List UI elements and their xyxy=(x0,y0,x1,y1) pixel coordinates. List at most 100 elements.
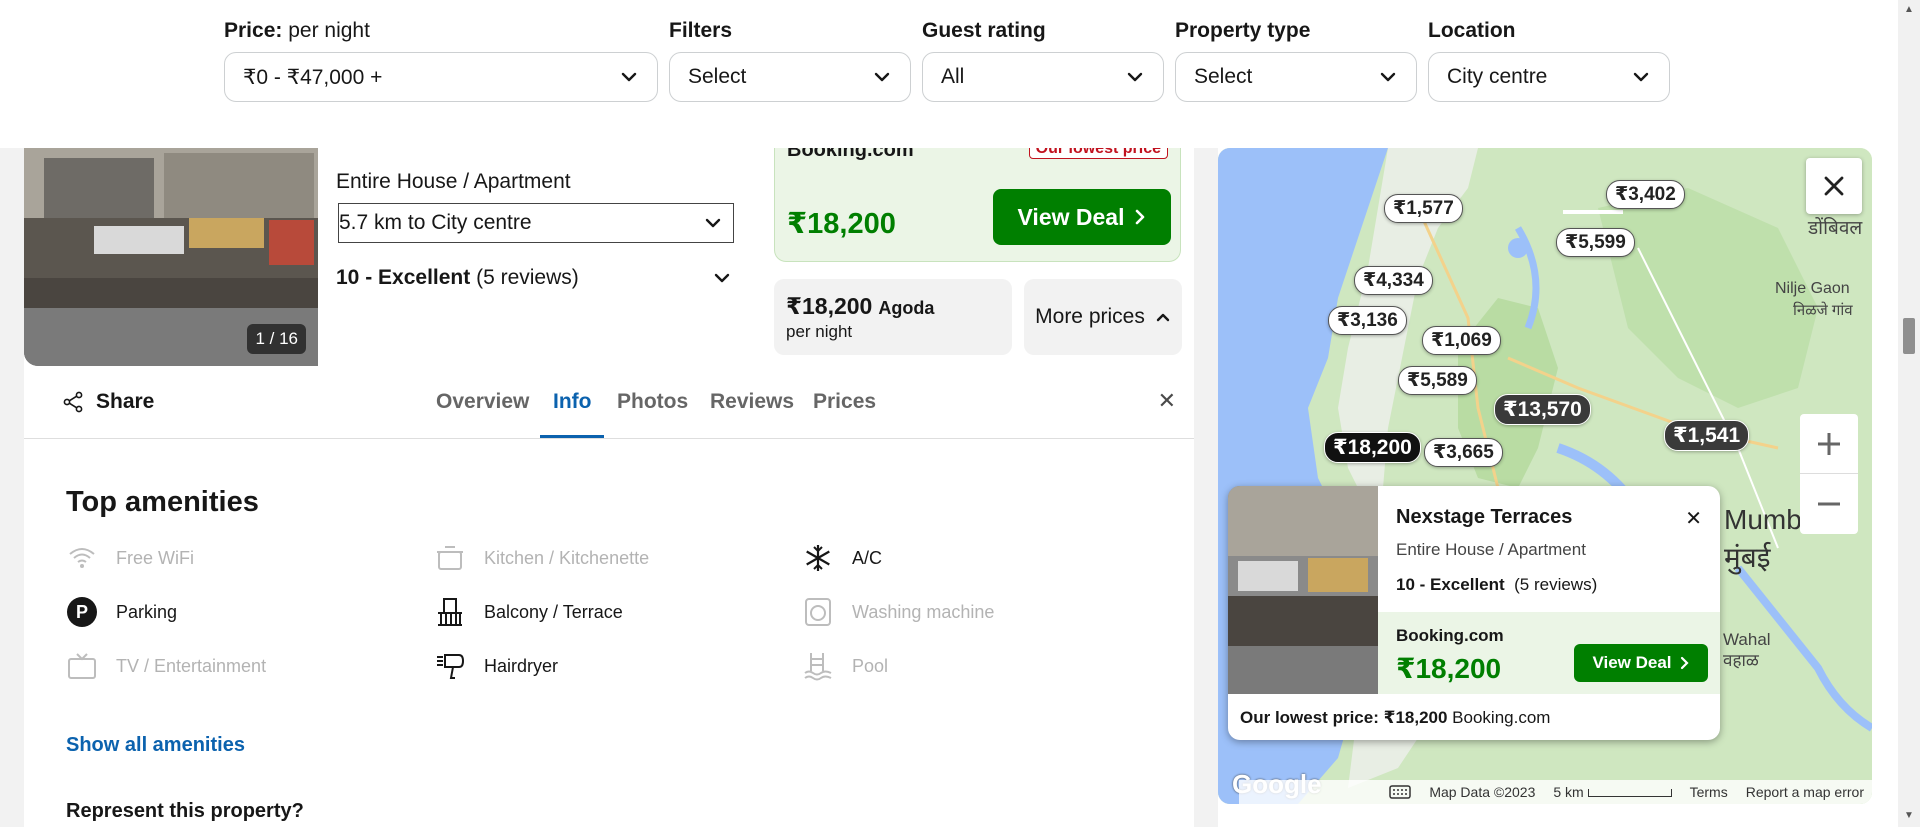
rating-dropdown[interactable]: 10 - Excellent (5 reviews) xyxy=(336,266,732,290)
map-card-deal: Booking.com ₹18,200 View Deal xyxy=(1378,612,1720,694)
more-prices-label: More prices xyxy=(1035,305,1145,328)
map-price-pin[interactable]: ₹3,665 xyxy=(1424,438,1503,467)
amenity-item: P Parking xyxy=(66,596,177,628)
map-card-view-deal-button[interactable]: View Deal xyxy=(1574,644,1708,682)
map-price-pin[interactable]: ₹1,577 xyxy=(1384,194,1463,223)
pool-icon xyxy=(802,650,834,682)
distance-dropdown[interactable]: 5.7 km to City centre xyxy=(338,203,734,243)
location-select[interactable]: City centre xyxy=(1428,52,1670,102)
map-card-rating-reviews: (5 reviews) xyxy=(1514,575,1598,594)
price-select[interactable]: ₹0 - ₹47,000 + xyxy=(224,52,658,102)
amenity-item: Free WiFi xyxy=(66,542,194,574)
tab-prices[interactable]: Prices xyxy=(813,390,876,414)
map-terms-link[interactable]: Terms xyxy=(1690,784,1728,800)
rating-reviews: (5 reviews) xyxy=(476,266,579,289)
chevron-right-icon xyxy=(1680,656,1689,670)
map-label-nilje-local: निळजे गांव xyxy=(1793,302,1853,319)
property-type-label: Property type xyxy=(1175,19,1311,42)
tab-photos[interactable]: Photos xyxy=(617,390,688,414)
report-map-error-link[interactable]: Report a map error xyxy=(1746,784,1864,800)
show-all-amenities-link[interactable]: Show all amenities xyxy=(66,734,245,757)
map-card-photo-image xyxy=(1228,486,1378,694)
chevron-down-icon xyxy=(1380,72,1396,82)
map-card-lowest-label: Our lowest price: xyxy=(1240,708,1379,727)
share-button[interactable]: Share xyxy=(62,390,154,414)
map-price-pin[interactable]: ₹1,541 xyxy=(1664,420,1750,451)
map-data-credit: Map Data ©2023 xyxy=(1429,784,1536,800)
map-label-dombivli: डोंबिवल xyxy=(1808,218,1863,239)
close-icon[interactable]: ✕ xyxy=(1158,388,1176,414)
page-gutter xyxy=(0,148,24,827)
close-map-button[interactable] xyxy=(1806,158,1862,214)
plus-icon xyxy=(1818,432,1840,455)
location-label: Location xyxy=(1428,19,1516,42)
active-tab-indicator xyxy=(540,435,604,438)
hotel-photo[interactable]: 1 / 16 xyxy=(24,148,318,366)
map-price-pin[interactable]: ₹5,589 xyxy=(1398,366,1477,395)
detail-tabs: Share Overview Info Photos Reviews Price… xyxy=(24,366,1194,439)
deal-price: ₹18,200 xyxy=(787,208,896,240)
tab-info[interactable]: Info xyxy=(553,390,591,414)
filters-select[interactable]: Select xyxy=(669,52,911,102)
snowflake-icon xyxy=(802,542,834,574)
scroll-up-arrow[interactable]: ▲ xyxy=(1904,4,1914,15)
map-card-rating-score: 10 - Excellent xyxy=(1396,575,1505,594)
view-deal-label: View Deal xyxy=(1017,203,1125,230)
map-label-wahal: Wahal xyxy=(1723,630,1771,649)
rating-score: 10 - Excellent xyxy=(336,266,471,289)
amenity-label: Free WiFi xyxy=(116,547,194,568)
amenity-label: Pool xyxy=(852,655,889,676)
map-card-name[interactable]: Nexstage Terraces xyxy=(1396,506,1572,529)
map-price-pin[interactable]: ₹1,069 xyxy=(1422,326,1501,355)
view-deal-button[interactable]: View Deal xyxy=(993,189,1171,245)
scrollbar-thumb[interactable] xyxy=(1903,318,1915,354)
zoom-out-button[interactable] xyxy=(1800,474,1858,534)
guest-rating-value: All xyxy=(941,65,965,88)
map-card-lowest-provider: Booking.com xyxy=(1452,708,1551,727)
amenity-item: Washing machine xyxy=(802,596,994,628)
tv-icon xyxy=(66,650,98,682)
guest-rating-select[interactable]: All xyxy=(922,52,1164,102)
map-price-pin[interactable]: ₹3,136 xyxy=(1328,306,1407,335)
map-card-lowest-price: ₹18,200 xyxy=(1383,708,1448,727)
map-card-photo xyxy=(1228,486,1378,694)
photo-counter: 1 / 16 xyxy=(247,324,306,354)
tab-overview[interactable]: Overview xyxy=(436,390,529,414)
map-hotel-card[interactable]: Nexstage Terraces ✕ Entire House / Apart… xyxy=(1228,486,1720,740)
property-type-select[interactable]: Select xyxy=(1175,52,1417,102)
balcony-icon xyxy=(434,596,466,628)
minus-icon xyxy=(1818,502,1840,506)
page-scrollbar[interactable]: ▲ ▼ xyxy=(1898,0,1920,827)
chevron-down-icon xyxy=(714,273,730,283)
scroll-down-arrow[interactable]: ▼ xyxy=(1904,810,1914,821)
amenity-label: A/C xyxy=(852,547,883,568)
represent-property-heading: Represent this property? xyxy=(66,800,304,822)
chevron-down-icon xyxy=(1633,72,1649,82)
map-footer: Map Data ©2023 5 km Terms Report a map e… xyxy=(1239,780,1872,804)
amenity-item: Hairdryer xyxy=(434,650,558,682)
amenity-item: A/C xyxy=(802,542,882,574)
location-filter: Location City centre xyxy=(1428,18,1670,102)
map-label-nilje: Nilje Gaon xyxy=(1775,280,1850,297)
close-icon[interactable]: ✕ xyxy=(1685,506,1702,531)
keyboard-icon[interactable] xyxy=(1389,785,1412,799)
svg-text:P: P xyxy=(76,602,88,622)
property-type: Entire House / Apartment xyxy=(336,170,571,193)
map-label-mumbai: Mumb xyxy=(1724,504,1802,535)
guest-rating-filter: Guest rating All xyxy=(922,18,1164,102)
map-price-pin[interactable]: ₹3,402 xyxy=(1606,180,1685,209)
more-prices-button[interactable]: More prices xyxy=(1024,279,1182,355)
amenity-item: Pool xyxy=(802,650,888,682)
map-price-pin[interactable]: ₹4,334 xyxy=(1354,266,1433,295)
alt-deal[interactable]: ₹18,200 Agoda per night xyxy=(774,279,1012,355)
map-price-pin[interactable]: ₹5,599 xyxy=(1556,228,1635,257)
map-price-pin-selected[interactable]: ₹18,200 xyxy=(1324,432,1421,463)
property-type-value: Select xyxy=(1194,65,1253,88)
tab-reviews[interactable]: Reviews xyxy=(710,390,794,414)
zoom-in-button[interactable] xyxy=(1800,414,1858,474)
kitchen-icon xyxy=(434,542,466,574)
amenity-label: Balcony / Terrace xyxy=(484,601,623,622)
map-price-pin[interactable]: ₹13,570 xyxy=(1494,394,1591,425)
alt-price: ₹18,200 xyxy=(786,293,873,319)
map[interactable]: Nilje Gaon निळजे गांव डोंबिवल Mumb मुंबई… xyxy=(1218,148,1872,804)
